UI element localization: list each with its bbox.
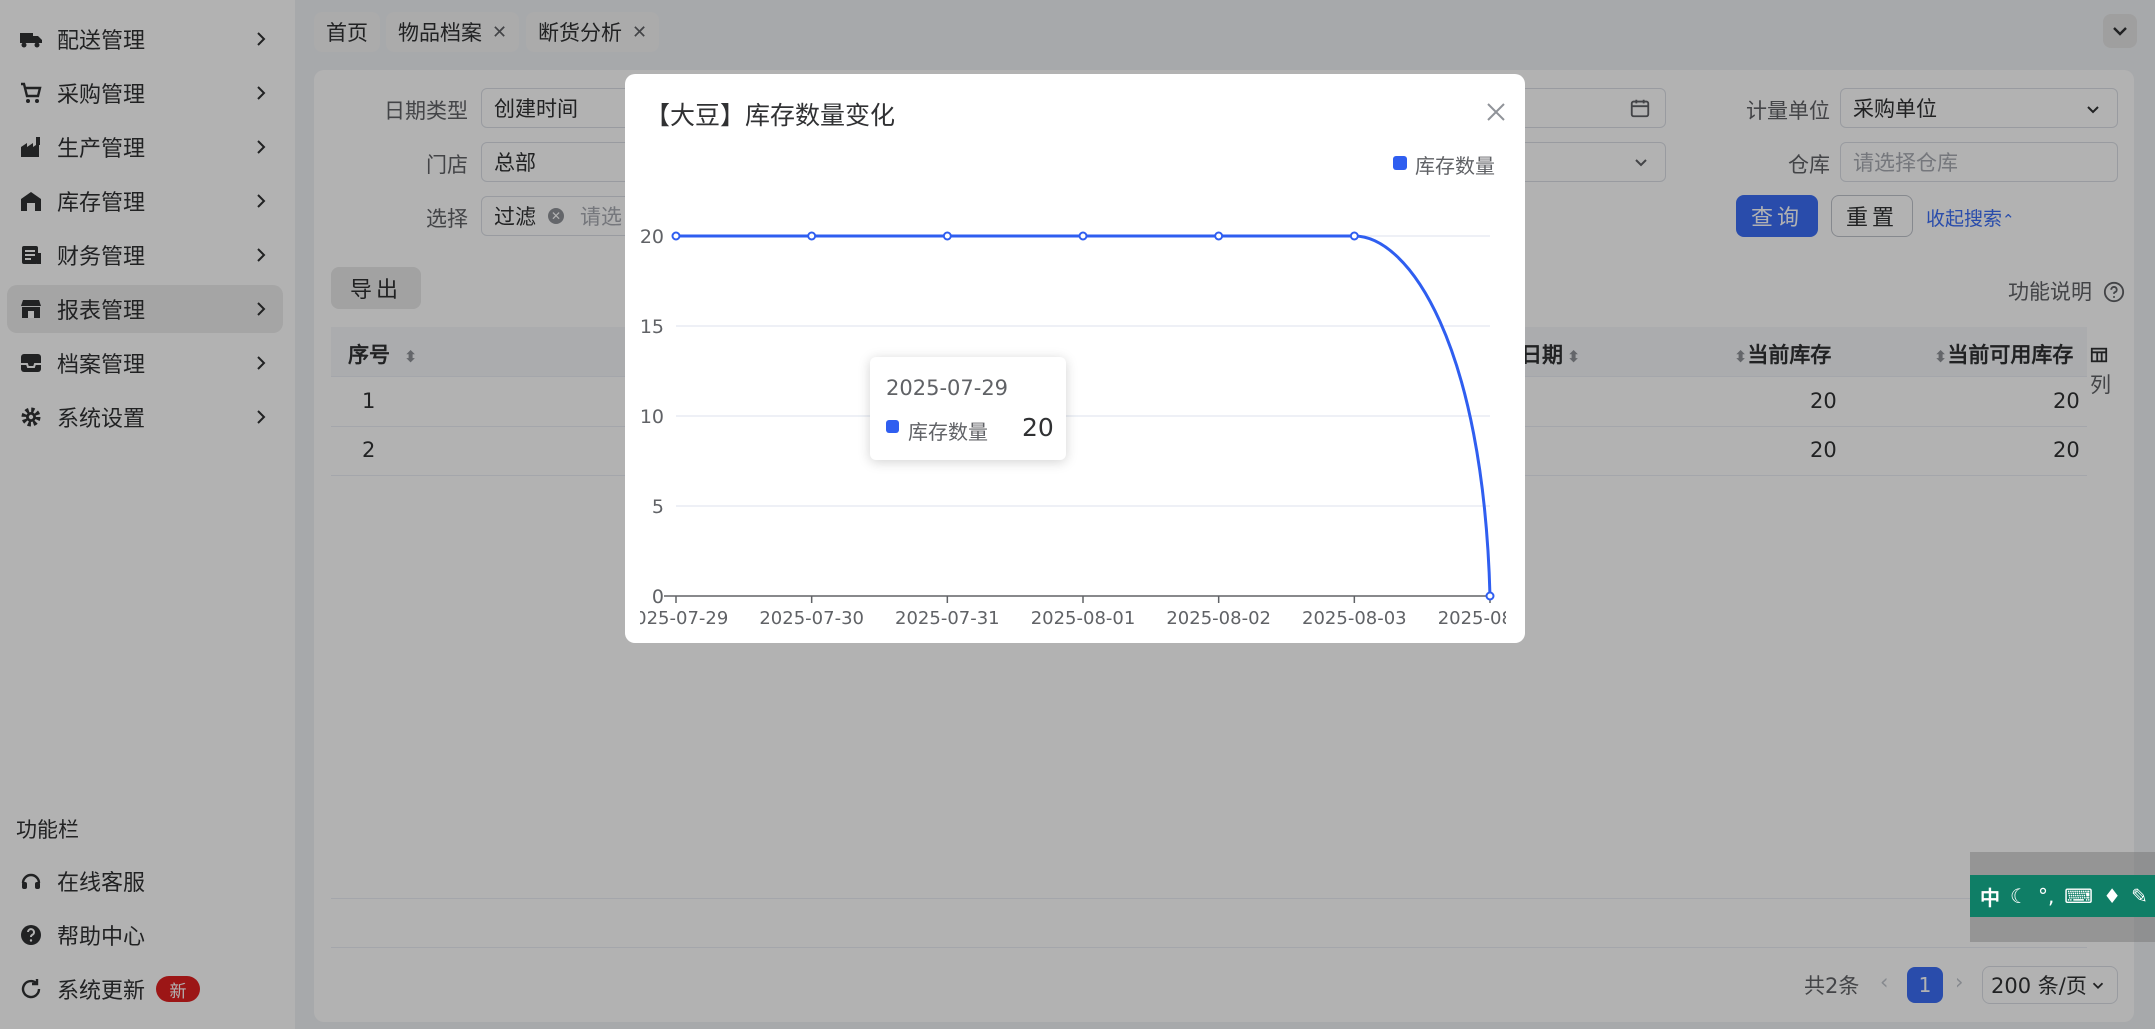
close-icon[interactable] [1484,100,1508,124]
stock-change-modal [625,74,1525,643]
punctuation-icon[interactable]: °, [2038,884,2054,908]
legend-marker [1393,156,1407,170]
moon-icon[interactable]: ☾ [2010,884,2028,908]
tooltip-date: 2025-07-29 [886,376,1009,400]
ime-lang-indicator[interactable]: 中 [1980,882,2000,911]
ime-toolbar[interactable]: 中 ☾ °, ⌨ ♦ ✎ [1970,875,2155,917]
wrench-icon[interactable]: ✎ [2131,884,2148,908]
tooltip-marker [886,420,899,433]
tooltip-series-name: 库存数量 [908,420,988,444]
keyboard-icon[interactable]: ⌨ [2064,884,2093,908]
legend-label[interactable]: 库存数量 [1415,150,1495,179]
voice-icon[interactable]: ♦ [2103,884,2121,908]
tooltip-value: 20 [1022,413,1054,442]
modal-title: 【大豆】库存数量变化 [645,101,896,130]
